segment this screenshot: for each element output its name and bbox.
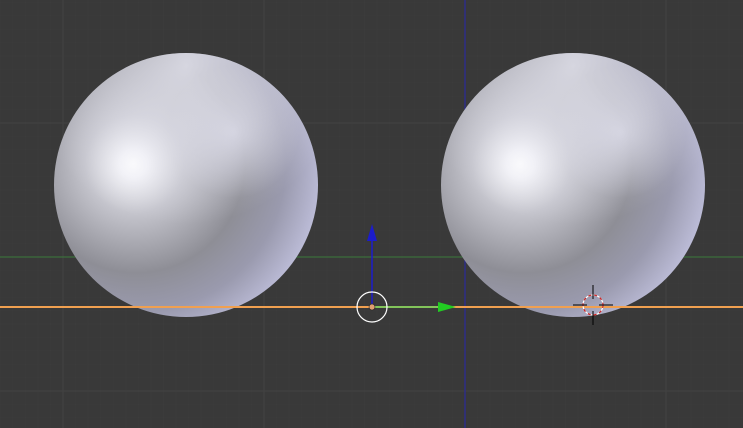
3d-viewport[interactable] xyxy=(0,0,743,428)
sphere-left[interactable] xyxy=(54,53,318,317)
viewport-canvas[interactable] xyxy=(0,0,743,428)
z-arrow-icon[interactable] xyxy=(367,224,377,241)
pivot-point-icon xyxy=(368,303,376,311)
sphere-right[interactable] xyxy=(441,53,705,317)
translate-manipulator-icon[interactable] xyxy=(356,224,456,323)
